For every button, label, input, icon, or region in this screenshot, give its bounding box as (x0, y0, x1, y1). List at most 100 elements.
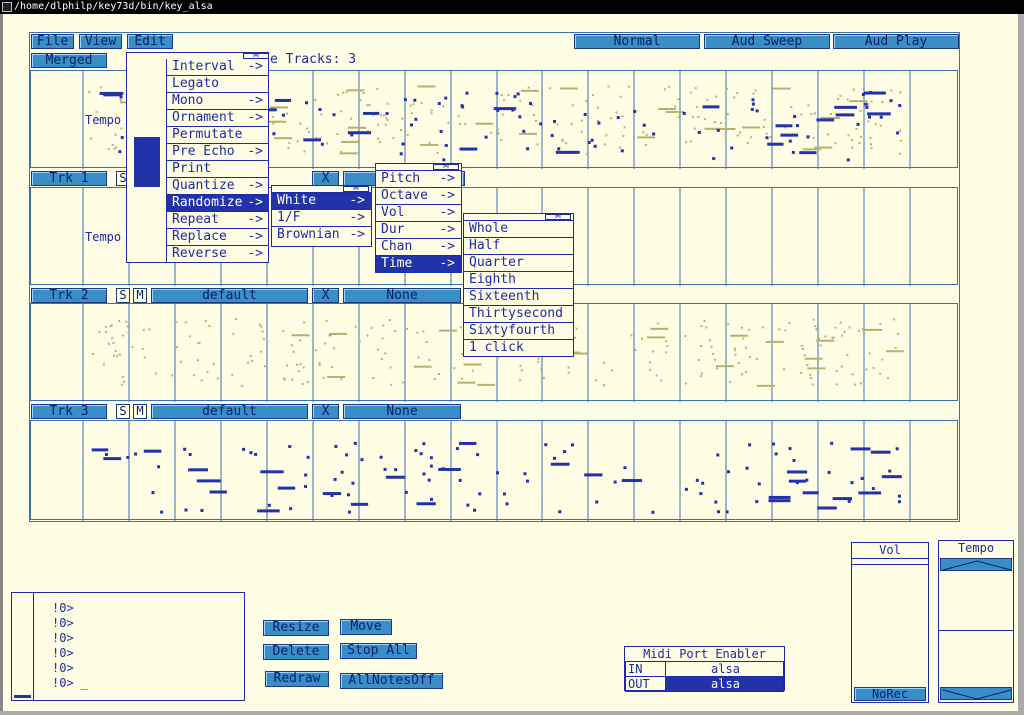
tempo-slider-lower[interactable] (939, 631, 1013, 687)
aud-play-button[interactable]: Aud Play (833, 34, 959, 49)
note-event[interactable] (249, 451, 253, 455)
note-event[interactable] (897, 500, 901, 504)
note-event[interactable] (322, 492, 342, 496)
note-event[interactable] (414, 449, 418, 453)
move-button[interactable]: Move (340, 619, 392, 635)
note-event[interactable] (550, 462, 570, 466)
note-event[interactable] (429, 497, 433, 501)
note-event[interactable] (429, 456, 433, 460)
note-event[interactable] (751, 102, 755, 106)
note-event[interactable] (318, 108, 322, 112)
note-event[interactable] (702, 105, 720, 109)
note-event[interactable] (863, 91, 886, 95)
note-event[interactable] (274, 98, 292, 102)
note-event[interactable] (651, 510, 655, 514)
track3-program-button[interactable]: default (151, 404, 308, 419)
note-event[interactable] (553, 456, 556, 460)
note-event[interactable] (802, 491, 819, 495)
note-event[interactable] (118, 150, 122, 154)
note-event[interactable] (350, 502, 369, 506)
track1-button[interactable]: Trk 1 (31, 171, 107, 186)
note-event[interactable] (526, 479, 530, 483)
note-event[interactable] (438, 467, 461, 471)
param-tearoff[interactable]: ⋈ (376, 164, 461, 171)
midi-out-value[interactable]: alsa (665, 676, 784, 692)
norec-button[interactable]: NoRec (854, 687, 926, 701)
note-event[interactable] (860, 476, 864, 480)
note-event[interactable] (399, 152, 403, 156)
note-event[interactable] (623, 466, 627, 470)
note-event[interactable] (379, 455, 383, 459)
note-event[interactable] (385, 475, 406, 479)
note-event[interactable] (288, 445, 292, 449)
note-event[interactable] (871, 487, 875, 491)
note-event[interactable] (850, 481, 854, 485)
note-event[interactable] (347, 510, 351, 514)
note-event[interactable] (699, 492, 703, 496)
time-menu-item[interactable]: Sixteenth (464, 289, 573, 306)
merged-button[interactable]: Merged (31, 53, 107, 68)
note-event[interactable] (830, 441, 834, 445)
note-event[interactable] (787, 470, 808, 474)
normal-mode-button[interactable]: Normal (574, 34, 700, 49)
note-event[interactable] (458, 441, 477, 445)
note-event[interactable] (613, 480, 617, 484)
note-event[interactable] (730, 146, 734, 150)
note-event[interactable] (404, 490, 408, 494)
note-event[interactable] (516, 92, 520, 96)
note-event[interactable] (553, 119, 557, 123)
note-event[interactable] (788, 447, 792, 451)
time-menu-item[interactable]: Thirtysecond (464, 306, 573, 323)
note-event[interactable] (856, 122, 860, 126)
note-event[interactable] (347, 131, 372, 135)
note-event[interactable] (864, 102, 868, 106)
track2-program-button[interactable]: default (151, 288, 308, 303)
time-menu-item[interactable]: Sixtyfourth (464, 323, 573, 340)
note-event[interactable] (414, 117, 418, 121)
edit-menu-item[interactable]: Repeat -> (167, 212, 269, 229)
note-event[interactable] (621, 479, 643, 483)
note-event[interactable] (898, 104, 902, 108)
note-event[interactable] (697, 131, 701, 135)
note-event[interactable] (571, 443, 575, 447)
track2-solo-button[interactable]: S (116, 288, 130, 303)
note-event[interactable] (513, 95, 517, 99)
note-event[interactable] (151, 491, 155, 495)
param-menu-item[interactable]: Dur -> (376, 222, 461, 239)
note-event[interactable] (792, 458, 796, 462)
note-event[interactable] (757, 482, 761, 486)
file-menu-button[interactable]: File (31, 34, 74, 49)
track3-x-button[interactable]: X (312, 404, 339, 419)
note-event[interactable] (817, 506, 837, 510)
note-event[interactable] (765, 136, 769, 140)
note-event[interactable] (306, 455, 310, 459)
note-event[interactable] (867, 112, 891, 116)
track3-button[interactable]: Trk 3 (31, 404, 107, 419)
edit-menu-button[interactable]: Edit (127, 34, 173, 49)
note-event[interactable] (846, 158, 850, 162)
note-event[interactable] (160, 510, 164, 514)
track3-mute-button[interactable]: M (133, 404, 147, 419)
note-event[interactable] (444, 144, 448, 148)
note-event[interactable] (478, 492, 482, 496)
note-event[interactable] (346, 493, 350, 497)
note-event[interactable] (345, 453, 349, 457)
edit-menu-item[interactable]: Ornament -> (167, 110, 269, 127)
note-event[interactable] (157, 465, 161, 469)
note-event[interactable] (413, 98, 417, 102)
note-event[interactable] (353, 441, 357, 445)
note-event[interactable] (465, 91, 469, 95)
edit-menu-item[interactable]: Randomize -> (167, 195, 269, 212)
note-event[interactable] (642, 123, 646, 127)
note-event[interactable] (879, 115, 883, 119)
note-event[interactable] (716, 128, 720, 132)
note-event[interactable] (459, 147, 478, 151)
console-panel[interactable]: !0> !0> !0> !0> !0> !0> _ (11, 592, 245, 701)
note-event[interactable] (103, 93, 123, 97)
note-event[interactable] (518, 115, 522, 119)
param-menu-item[interactable]: Pitch -> (376, 171, 461, 188)
note-event[interactable] (850, 447, 871, 451)
note-event[interactable] (539, 122, 543, 126)
note-event[interactable] (209, 490, 227, 494)
note-event[interactable] (134, 452, 138, 456)
